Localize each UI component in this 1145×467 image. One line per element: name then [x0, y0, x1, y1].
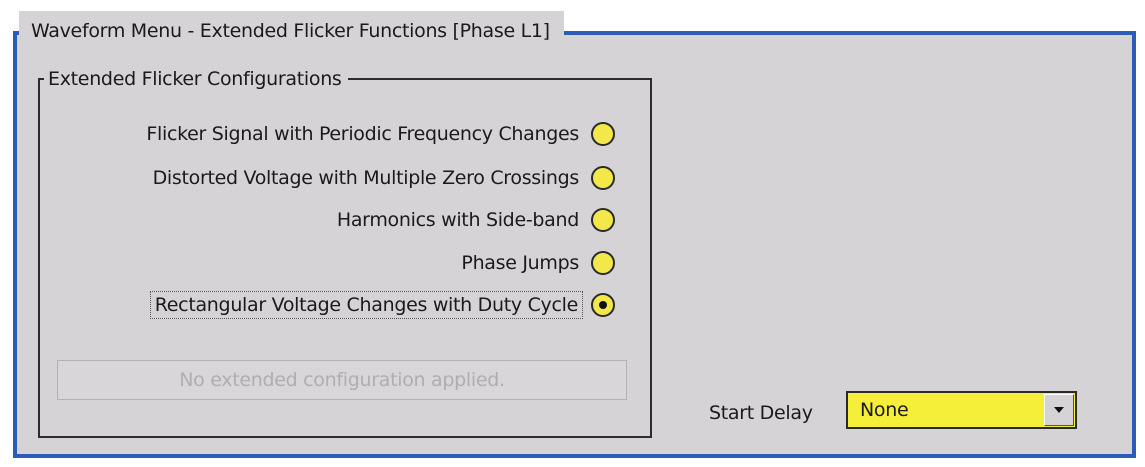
configuration-status-field: No extended configuration applied.: [57, 360, 627, 400]
start-delay-value: None: [860, 399, 909, 421]
radio-button-icon[interactable]: [591, 208, 615, 232]
group-title: Extended Flicker Configurations: [44, 64, 348, 94]
option-label: Phase Jumps: [461, 252, 579, 274]
radio-button-icon[interactable]: [591, 166, 615, 190]
option-label: Rectangular Voltage Changes with Duty Cy…: [149, 291, 583, 319]
option-rectangular-voltage-changes[interactable]: Rectangular Voltage Changes with Duty Cy…: [149, 285, 615, 325]
option-multiple-zero-crossings[interactable]: Distorted Voltage with Multiple Zero Cro…: [149, 158, 615, 198]
radio-button-selected-icon[interactable]: [591, 293, 615, 317]
dropdown-button[interactable]: [1044, 394, 1074, 426]
option-label: Distorted Voltage with Multiple Zero Cro…: [152, 167, 580, 189]
option-periodic-frequency-changes[interactable]: Flicker Signal with Periodic Frequency C…: [142, 114, 615, 154]
option-harmonics-side-band[interactable]: Harmonics with Side-band: [333, 200, 615, 240]
dropdown-arrow-icon: [1054, 407, 1064, 413]
radio-button-icon[interactable]: [591, 122, 615, 146]
option-label: Harmonics with Side-band: [336, 209, 579, 231]
radio-button-icon[interactable]: [591, 251, 615, 275]
option-label: Flicker Signal with Periodic Frequency C…: [146, 123, 579, 145]
start-delay-select[interactable]: None: [846, 391, 1077, 429]
option-phase-jumps[interactable]: Phase Jumps: [457, 243, 615, 283]
panel-title: Waveform Menu - Extended Flicker Functio…: [19, 11, 564, 51]
start-delay-label: Start Delay: [709, 402, 813, 424]
